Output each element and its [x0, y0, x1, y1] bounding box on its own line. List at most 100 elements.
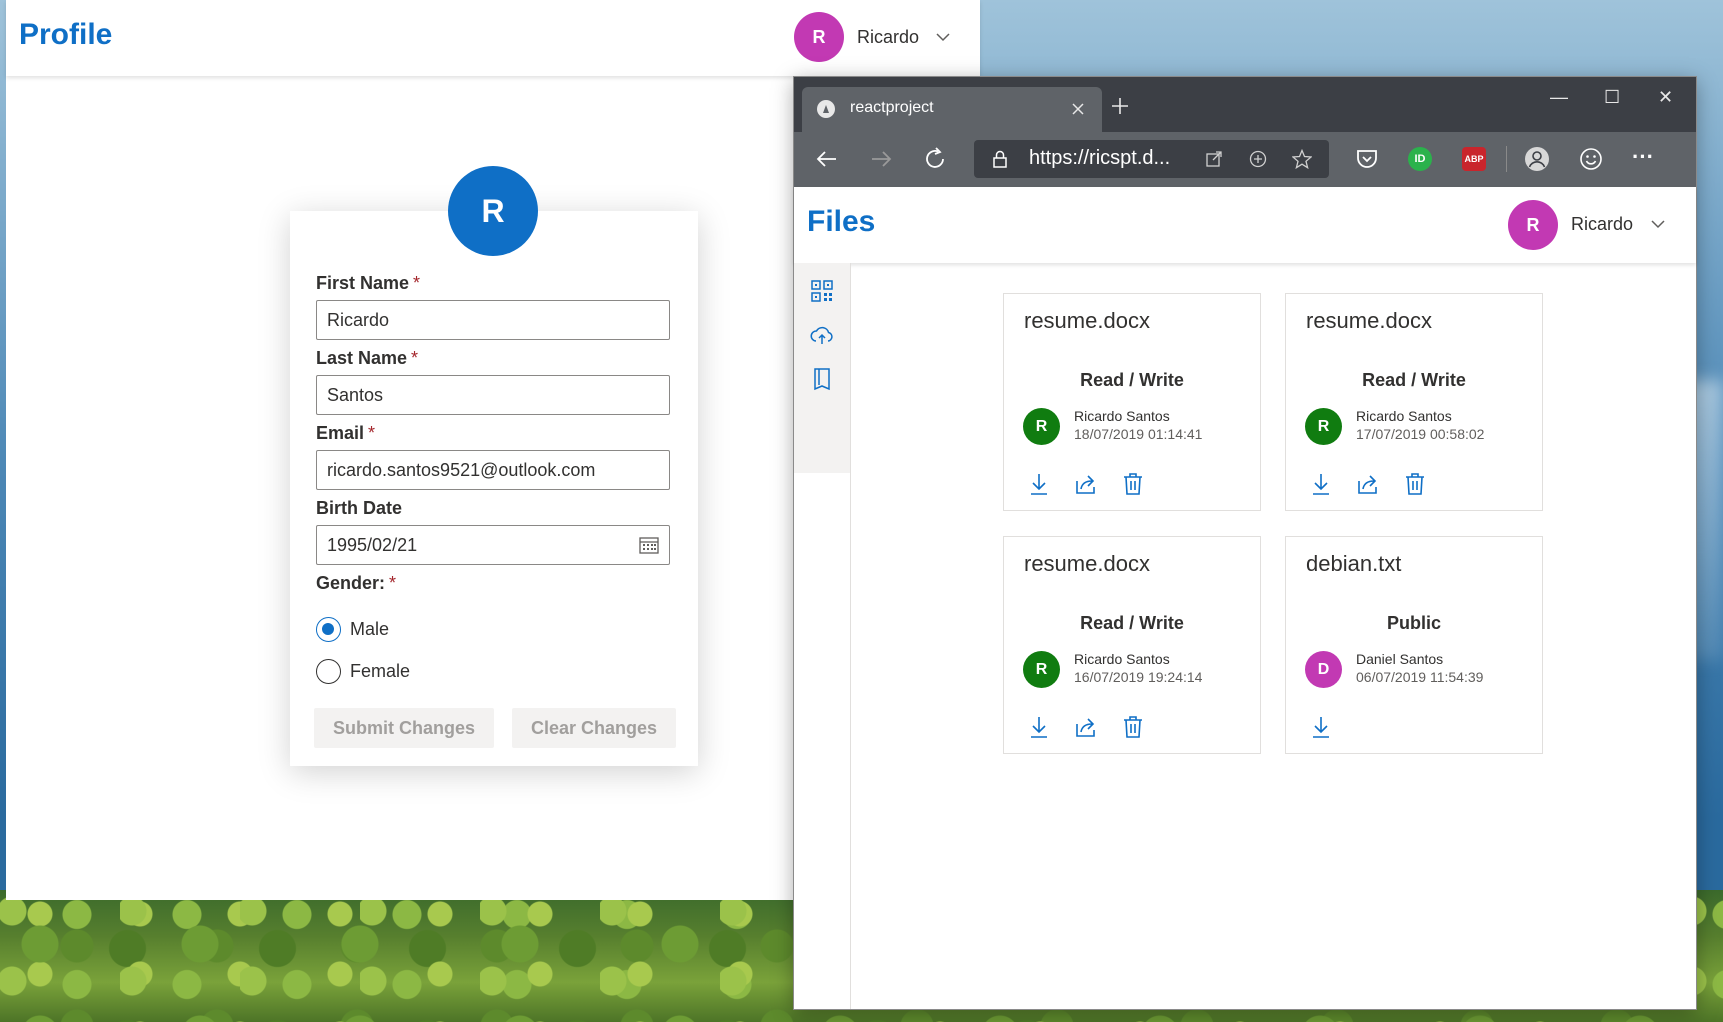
favorite-star-icon[interactable] — [1292, 149, 1312, 169]
download-icon[interactable] — [1028, 472, 1050, 496]
cloud-upload-icon[interactable] — [810, 323, 834, 347]
user-avatar[interactable]: R — [794, 12, 844, 62]
last-name-label-text: Last Name — [316, 348, 408, 368]
toolbar-divider — [1506, 146, 1507, 172]
share-icon[interactable] — [1075, 472, 1097, 496]
new-tab-icon[interactable] — [1111, 97, 1129, 115]
birth-date-label: Birth Date — [316, 498, 403, 518]
favicon-icon — [817, 100, 835, 118]
required-marker: * — [413, 273, 421, 293]
profile-card: R First Name * Ricardo Last Name * Santos … — [290, 166, 698, 766]
calendar-icon[interactable] — [639, 535, 659, 555]
file-name[interactable]: resume.docx — [1024, 308, 1150, 334]
file-permission: Read / Write — [1362, 370, 1466, 390]
gender-male-radio[interactable] — [316, 617, 341, 642]
clear-changes-button[interactable]: Clear Changes — [512, 708, 676, 748]
profile-icon[interactable] — [1524, 146, 1550, 172]
file-timestamp: 06/07/2019 11:54:39 — [1356, 669, 1484, 685]
forward-icon[interactable] — [868, 146, 894, 172]
close-tab-icon[interactable] — [1072, 103, 1084, 115]
url-text: https://ricspt.d... — [1029, 147, 1171, 169]
email-label-text: Email — [316, 423, 365, 443]
file-permission: Read / Write — [1080, 613, 1184, 633]
chevron-down-icon[interactable] — [1651, 217, 1665, 231]
file-owner: Ricardo Santos — [1356, 408, 1452, 424]
browser-window: reactproject — ☐ ✕ https://ricspt.d... I… — [794, 77, 1696, 1009]
download-icon[interactable] — [1310, 472, 1332, 496]
file-owner: Ricardo Santos — [1074, 651, 1170, 667]
gender-male-label[interactable]: Male — [350, 619, 389, 640]
file-card[interactable]: resume.docx Read / Write R Ricardo Santo… — [1003, 293, 1261, 511]
delete-icon[interactable] — [1122, 472, 1144, 496]
user-avatar[interactable]: R — [1508, 200, 1558, 250]
file-name[interactable]: resume.docx — [1306, 308, 1432, 334]
file-timestamp: 16/07/2019 19:24:14 — [1074, 669, 1203, 685]
refresh-icon[interactable] — [922, 146, 948, 172]
pocket-icon[interactable] — [1354, 146, 1380, 172]
gender-female-label[interactable]: Female — [350, 661, 410, 682]
submit-changes-button[interactable]: Submit Changes — [314, 708, 494, 748]
file-owner: Ricardo Santos — [1074, 408, 1170, 424]
file-card[interactable]: resume.docx Read / Write R Ricardo Santo… — [1003, 536, 1261, 754]
birth-date-field[interactable]: 1995/02/21 — [316, 525, 670, 565]
files-header: Files R Ricardo — [794, 187, 1696, 263]
open-external-icon[interactable] — [1206, 151, 1222, 167]
file-permission: Read / Write — [1080, 370, 1184, 390]
required-marker: * — [389, 573, 397, 593]
delete-icon[interactable] — [1122, 715, 1144, 739]
file-timestamp: 17/07/2019 00:58:02 — [1356, 426, 1485, 442]
email-label: Email * — [316, 423, 375, 444]
owner-avatar: R — [1023, 651, 1060, 688]
add-icon[interactable] — [1249, 150, 1267, 168]
share-icon[interactable] — [1357, 472, 1379, 496]
browser-toolbar: https://ricspt.d... ID ABP ··· — [794, 132, 1696, 187]
profile-avatar: R — [448, 166, 538, 256]
qr-code-icon[interactable] — [810, 279, 834, 303]
minimize-button[interactable]: — — [1550, 87, 1568, 108]
file-card[interactable]: debian.txt Public D Daniel Santos 06/07/… — [1285, 536, 1543, 754]
sidebar-divider — [850, 263, 851, 1009]
user-name[interactable]: Ricardo — [857, 27, 919, 48]
feedback-smiley-icon[interactable] — [1578, 146, 1604, 172]
owner-avatar: R — [1305, 408, 1342, 445]
file-name[interactable]: debian.txt — [1306, 551, 1401, 577]
browser-tab[interactable]: reactproject — [802, 87, 1102, 132]
page-title: Profile — [19, 18, 113, 51]
book-icon[interactable] — [810, 367, 834, 391]
gender-label: Gender: * — [316, 573, 396, 594]
more-menu-icon[interactable]: ··· — [1632, 144, 1654, 170]
gender-female-radio[interactable] — [316, 659, 341, 684]
page-title: Files — [807, 205, 876, 238]
browser-titlebar: reactproject — ☐ ✕ — [794, 77, 1696, 132]
close-window-button[interactable]: ✕ — [1658, 87, 1673, 108]
abp-icon[interactable]: ABP — [1462, 147, 1486, 171]
share-icon[interactable] — [1075, 715, 1097, 739]
maximize-button[interactable]: ☐ — [1604, 87, 1620, 108]
address-bar[interactable]: https://ricspt.d... — [974, 140, 1329, 178]
last-name-label: Last Name * — [316, 348, 418, 369]
file-owner: Daniel Santos — [1356, 651, 1444, 667]
id-extension-icon[interactable]: ID — [1408, 147, 1432, 171]
file-name[interactable]: resume.docx — [1024, 551, 1150, 577]
tab-title: reactproject — [850, 99, 934, 116]
file-timestamp: 18/07/2019 01:14:41 — [1074, 426, 1203, 442]
last-name-field[interactable]: Santos — [316, 375, 670, 415]
gender-label-text: Gender: — [316, 573, 386, 593]
required-marker: * — [411, 348, 419, 368]
first-name-label-text: First Name — [316, 273, 410, 293]
owner-avatar: R — [1023, 408, 1060, 445]
email-field[interactable]: ricardo.santos9521@outlook.com — [316, 450, 670, 490]
lock-icon[interactable] — [992, 150, 1008, 168]
birth-date-value: 1995/02/21 — [327, 535, 418, 555]
file-card[interactable]: resume.docx Read / Write R Ricardo Santo… — [1285, 293, 1543, 511]
back-icon[interactable] — [814, 146, 840, 172]
download-icon[interactable] — [1028, 715, 1050, 739]
delete-icon[interactable] — [1404, 472, 1426, 496]
user-name[interactable]: Ricardo — [1571, 214, 1633, 235]
files-sidebar — [794, 263, 850, 473]
file-permission: Public — [1386, 613, 1441, 633]
chevron-down-icon[interactable] — [936, 30, 950, 44]
download-icon[interactable] — [1310, 715, 1332, 739]
required-marker: * — [368, 423, 376, 443]
first-name-field[interactable]: Ricardo — [316, 300, 670, 340]
